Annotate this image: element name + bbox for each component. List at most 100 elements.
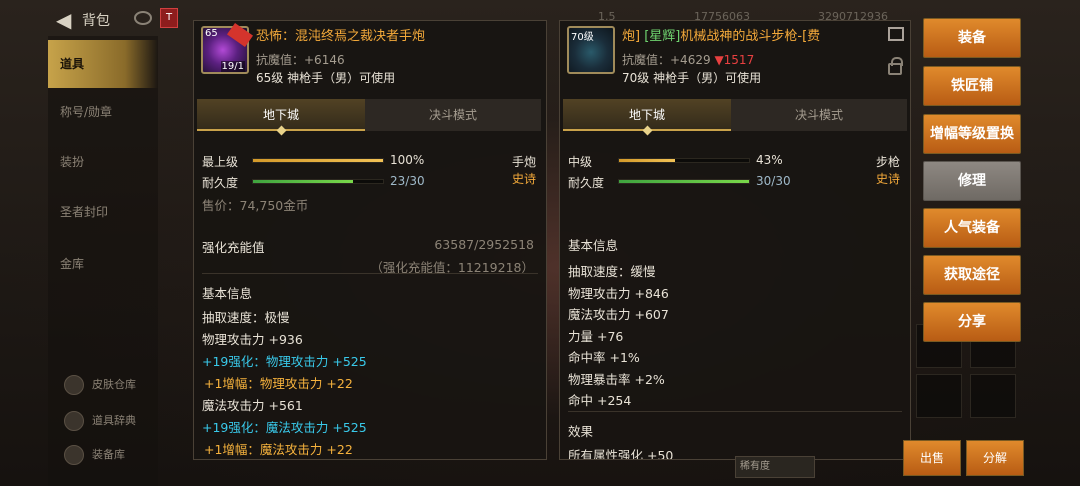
tab-dungeon[interactable]: 地下城 (197, 99, 365, 131)
durability-value: 23/30 (390, 174, 425, 188)
tab-duel[interactable]: 决斗模式 (731, 99, 907, 131)
item-name-set: [星辉] (644, 29, 681, 44)
sidebar-item-seal[interactable]: 圣者封印 (48, 188, 158, 236)
rarity-label: 史诗 (511, 172, 536, 186)
wardrobe-icon (64, 375, 84, 395)
grade-bar (618, 158, 750, 163)
stat-line: 魔法攻击力 +607 (568, 307, 669, 322)
sidebar-skin-storage[interactable]: 皮肤仓库 (58, 370, 158, 400)
page-title: 背包 (82, 13, 110, 29)
basic-info-title: 基本信息 (202, 286, 253, 301)
stat-line: 物理攻击力 +936 (202, 332, 303, 347)
armor-icon (64, 445, 84, 465)
inventory-slot[interactable] (916, 374, 962, 418)
stat-line: +19强化：物理攻击力 +525 (202, 354, 367, 369)
back-arrow-icon[interactable]: ◀ (56, 8, 71, 32)
stat-line: 力量 +76 (568, 329, 624, 344)
sidebar-equipment-storage[interactable]: 装备库 (58, 440, 158, 470)
resist-diff: ▼1517 (714, 53, 755, 67)
mode-tabs: 地下城 决斗模式 (563, 99, 907, 131)
sidebar-equipment-storage-label: 装备库 (92, 448, 125, 461)
share-icon[interactable] (888, 27, 904, 41)
tab-dungeon[interactable]: 地下城 (563, 99, 731, 131)
grade-label: 中级 (568, 155, 593, 169)
stat-line: 魔法攻击力 +561 (202, 398, 303, 413)
rifle-icon: 70级 (567, 26, 615, 74)
divider (568, 411, 902, 412)
item-name: 恐怖：混沌终焉之裁决者手炮 (256, 29, 426, 44)
basic-info-title: 基本信息 (568, 238, 619, 253)
divider (202, 273, 538, 274)
inventory-slot[interactable] (970, 374, 1016, 418)
grade-value: 43% (756, 153, 783, 167)
sidebar-item-dictionary[interactable]: 道具辞典 (58, 406, 158, 436)
reinforce-value: 63587/2952518 (434, 237, 534, 252)
grade-bar-fill (619, 159, 675, 162)
stat-line: +19强化：魔法攻击力 +525 (202, 420, 367, 435)
resist-value: 抗魔值：+6146 (256, 53, 345, 67)
sell-button[interactable]: 出售 (903, 440, 961, 476)
sidebar-item-dictionary-label: 道具辞典 (92, 414, 136, 427)
item-level-label: 65 (205, 28, 218, 39)
obtain-method-button[interactable]: 获取途径 (923, 255, 1021, 295)
durability-bar (252, 179, 384, 184)
stat-line: 命中率 +1% (568, 350, 640, 365)
sidebar-item-items[interactable]: 道具 (48, 40, 158, 88)
sidebar-skin-storage-label: 皮肤仓库 (92, 378, 136, 391)
stat-line: 命中 +254 (568, 393, 632, 408)
requirement-text: 70级 神枪手（男）可使用 (622, 71, 762, 85)
book-icon (64, 411, 84, 431)
stat-line: +1增幅：魔法攻击力 +22 (204, 442, 353, 457)
repair-button[interactable]: 修理 (923, 161, 1021, 201)
stat-line: +1增幅：物理攻击力 +22 (204, 376, 353, 391)
mode-tabs: 地下城 决斗模式 (197, 99, 541, 131)
durability-label: 耐久度 (568, 176, 605, 190)
sidebar-item-vault[interactable]: 金库 (48, 240, 158, 288)
item-name-main: 机械战神的战斗步枪-[费 (680, 29, 821, 44)
weapon-type: 步枪 (875, 155, 900, 169)
ribbon-icon (226, 22, 254, 48)
amplify-transfer-button[interactable]: 增幅等级置换 (923, 114, 1021, 154)
grade-label: 最上级 (202, 155, 239, 169)
lock-icon[interactable] (888, 57, 903, 75)
durability-bar (618, 179, 750, 184)
sidebar-item-titles[interactable]: 称号/勋章 (48, 88, 158, 136)
sidebar-item-avatar[interactable]: 装扮 (48, 138, 158, 186)
rarity-dropdown[interactable]: 稀有度 (735, 456, 815, 478)
badge[interactable]: T (160, 8, 178, 28)
popular-equipment-button[interactable]: 人气装备 (923, 208, 1021, 248)
stat-line: 物理暴击率 +2% (568, 372, 665, 387)
item-enhance-label: 19/1 (220, 61, 245, 72)
durability-bar-fill (619, 180, 749, 183)
share-button[interactable]: 分享 (923, 302, 1021, 342)
resist-value: 抗魔值：+4629 ▼1517 (622, 51, 754, 68)
item-name-prefix: 炮] (622, 29, 641, 44)
resist-base: 抗魔值：+4629 (622, 53, 711, 67)
eye-icon[interactable] (134, 11, 152, 25)
durability-value: 30/30 (756, 174, 791, 188)
stat-line: 抽取速度：缓慢 (568, 264, 656, 279)
weapon-type: 手炮 (511, 155, 536, 169)
durability-bar-fill (253, 180, 353, 183)
weapon-icon: 65 19/1 (201, 22, 254, 74)
effect-title: 效果 (568, 424, 594, 439)
blacksmith-button[interactable]: 铁匠铺 (923, 66, 1021, 106)
tooltip-panel-compare: 70级 炮] [星辉]机械战神的战斗步枪-[费 抗魔值：+4629 ▼1517 … (559, 20, 911, 460)
stat-line: 抽取速度：极慢 (202, 310, 290, 325)
disassemble-button[interactable]: 分解 (966, 440, 1024, 476)
sell-price: 售价：74,750金币 (202, 198, 309, 213)
tooltip-panel-equipped: 65 19/1 恐怖：混沌终焉之裁决者手炮 抗魔值：+6146 65级 神枪手（… (193, 20, 547, 460)
reinforce-label: 强化充能值 (202, 240, 265, 255)
item-name: 炮] [星辉]机械战神的战斗步枪-[费 (622, 25, 820, 44)
rarity-label: 史诗 (875, 172, 900, 186)
stat-line: 物理攻击力 +846 (568, 286, 669, 301)
grade-value: 100% (390, 153, 425, 167)
item-level-label: 70级 (571, 32, 594, 43)
durability-label: 耐久度 (202, 176, 239, 190)
requirement-text: 65级 神枪手（男）可使用 (256, 71, 396, 85)
grade-bar-fill (253, 159, 383, 162)
effect-line: 所有属性强化 +50 (568, 448, 674, 460)
tab-duel[interactable]: 决斗模式 (365, 99, 541, 131)
grade-bar (252, 158, 384, 163)
equip-button[interactable]: 装备 (923, 18, 1021, 58)
